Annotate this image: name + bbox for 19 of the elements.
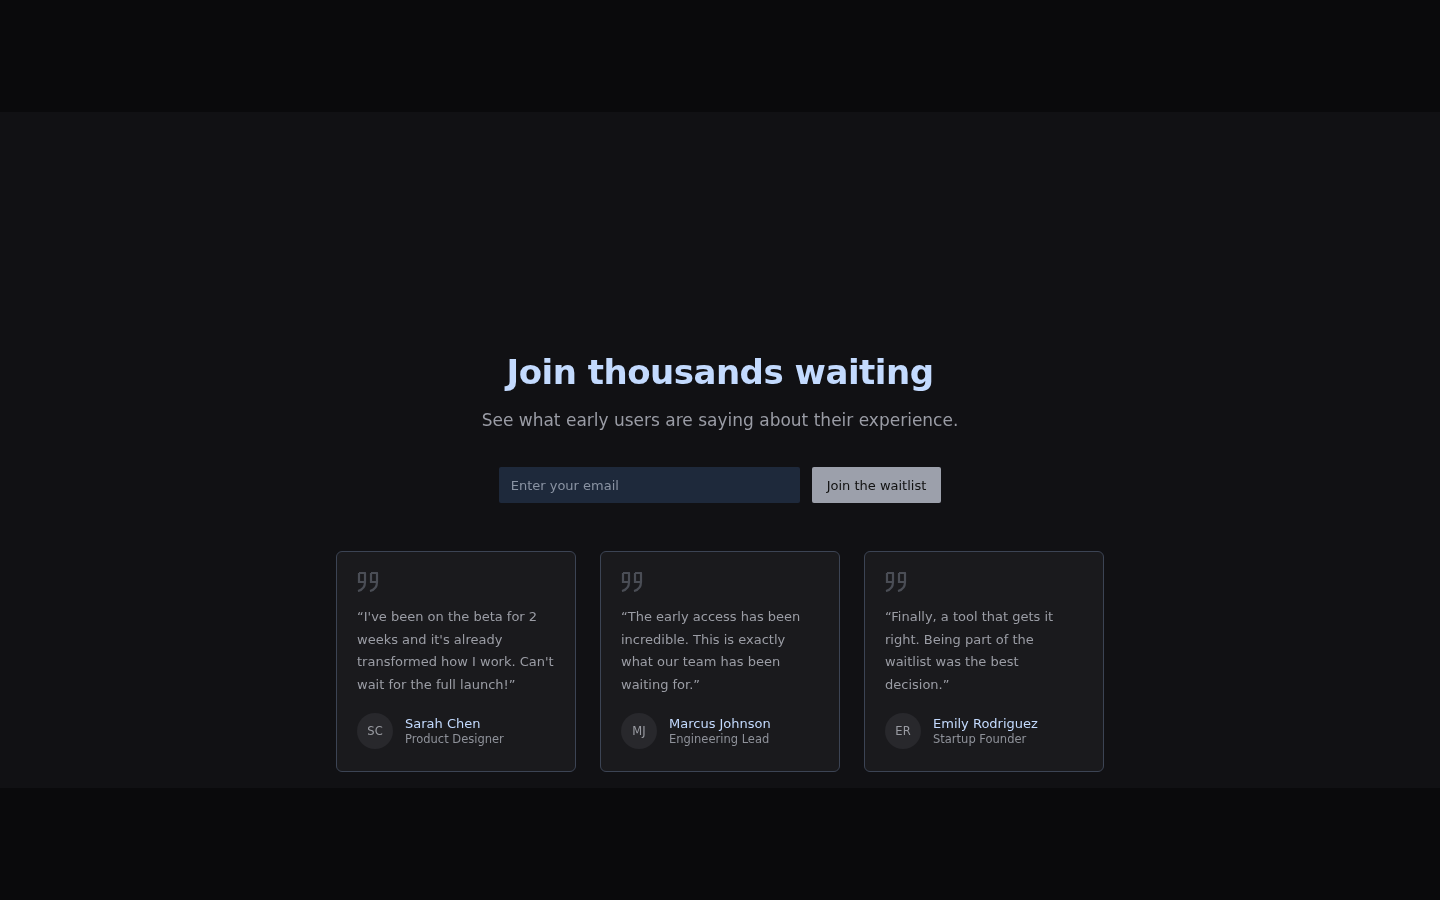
testimonial-quote: “I've been on the beta for 2 weeks and it's already transformed how I work. Can't wait for the full launch!” xyxy=(357,608,555,695)
quote-icon xyxy=(357,572,379,592)
author-name: Sarah Chen xyxy=(405,714,482,732)
author-name: Emily Rodriguez xyxy=(933,714,1038,732)
author-name: Marcus Johnson xyxy=(669,714,771,732)
quote-icon xyxy=(885,572,907,592)
join-button[interactable]: Join the waitlist xyxy=(811,467,942,503)
testimonial-quote: “The early access has been incredible. This is exactly what our team has been waiting for.” xyxy=(621,608,802,695)
avatar: MJ xyxy=(621,712,657,749)
avatar: SC xyxy=(357,712,393,749)
author-role: Startup Founder xyxy=(933,731,1028,747)
email-field[interactable]: Enter your email xyxy=(498,467,800,503)
quote-icon xyxy=(621,572,643,592)
avatar: ER xyxy=(885,712,921,749)
heading: Join thousands waiting xyxy=(506,351,934,394)
author-role: Product Designer xyxy=(405,731,504,747)
testimonial-quote: “Finally, a tool that gets it right. Being part of the waitlist was the best decision.” xyxy=(885,608,1055,695)
author-role: Engineering Lead xyxy=(669,731,771,747)
subheading: See what early users are saying about their experience. xyxy=(481,409,959,432)
